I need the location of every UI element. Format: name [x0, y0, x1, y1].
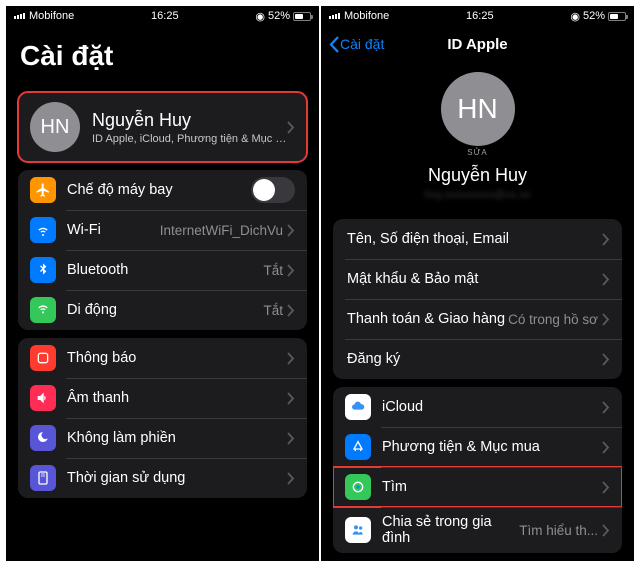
apple-id-screen: Mobifone 16:25 ◉52% Cài đặt ID Apple HN … — [321, 6, 634, 561]
settings-screen: Mobifone 16:25 ◉52% Cài đặt HN Nguyễn Hu… — [6, 6, 319, 561]
chevron-right-icon — [602, 353, 610, 366]
chevron-right-icon — [287, 304, 295, 317]
apple-id-row[interactable]: HN Nguyễn Huy ID Apple, iCloud, Phương t… — [18, 92, 307, 162]
bluetooth-row[interactable]: Bluetooth Tắt — [18, 250, 307, 290]
wifi-row[interactable]: Wi-Fi InternetWiFi_DichVu — [18, 210, 307, 250]
airplane-toggle[interactable] — [251, 177, 295, 203]
chevron-left-icon — [329, 36, 340, 53]
icloud-row[interactable]: iCloud — [333, 387, 622, 427]
media-row[interactable]: Phương tiện & Mục mua — [333, 427, 622, 467]
screentime-icon — [30, 465, 56, 491]
clock: 16:25 — [151, 10, 179, 22]
battery-pct: 52% — [268, 10, 290, 22]
payment-row[interactable]: Thanh toán & Giao hàng Có trong hồ sơ — [333, 299, 622, 339]
icloud-icon — [345, 394, 371, 420]
carrier: Mobifone — [29, 10, 74, 22]
notifications-row[interactable]: Thông báo — [18, 338, 307, 378]
avatar: HN — [30, 102, 80, 152]
wifi-icon — [30, 217, 56, 243]
family-row[interactable]: Chia sẻ trong gia đình Tìm hiểu th... — [333, 507, 622, 553]
cellular-icon — [30, 297, 56, 323]
dnd-row[interactable]: Không làm phiền — [18, 418, 307, 458]
name-phone-row[interactable]: Tên, Số điện thoại, Email — [333, 219, 622, 259]
appstore-icon — [345, 434, 371, 460]
notifications-icon — [30, 345, 56, 371]
airplane-icon — [30, 177, 56, 203]
screentime-row[interactable]: Thời gian sử dụng — [18, 458, 307, 498]
profile-name-large: Nguyễn Huy — [321, 165, 634, 186]
family-icon — [345, 517, 371, 543]
sound-icon — [30, 385, 56, 411]
status-bar: Mobifone 16:25 ◉52% — [321, 6, 634, 26]
sound-row[interactable]: Âm thanh — [18, 378, 307, 418]
edit-label[interactable]: SỬA — [321, 148, 634, 157]
page-title: Cài đặt — [6, 26, 319, 84]
chevron-right-icon — [602, 441, 610, 454]
chevron-right-icon — [602, 401, 610, 414]
avatar-large[interactable]: HN — [441, 72, 515, 146]
subscriptions-row[interactable]: Đăng ký — [333, 339, 622, 379]
chevron-right-icon — [287, 264, 295, 277]
status-bar: Mobifone 16:25 ◉52% — [6, 6, 319, 26]
profile-email: huy.xxxxxxxxx@xx.xx — [321, 189, 634, 201]
bluetooth-icon — [30, 257, 56, 283]
chevron-right-icon — [602, 481, 610, 494]
back-button[interactable]: Cài đặt — [329, 36, 384, 53]
chevron-right-icon — [602, 273, 610, 286]
find-my-icon — [345, 474, 371, 500]
chevron-right-icon — [287, 224, 295, 237]
chevron-right-icon — [602, 524, 610, 537]
cellular-row[interactable]: Di động Tắt — [18, 290, 307, 330]
chevron-right-icon — [287, 352, 295, 365]
chevron-right-icon — [287, 121, 295, 134]
chevron-right-icon — [287, 432, 295, 445]
airplane-mode-row[interactable]: Chế độ máy bay — [18, 170, 307, 210]
password-row[interactable]: Mật khẩu & Bảo mật — [333, 259, 622, 299]
dnd-icon — [30, 425, 56, 451]
chevron-right-icon — [602, 313, 610, 326]
chevron-right-icon — [602, 233, 610, 246]
profile-name: Nguyễn Huy — [92, 110, 287, 131]
find-my-row[interactable]: Tìm — [333, 467, 622, 507]
chevron-right-icon — [287, 392, 295, 405]
profile-subtitle: ID Apple, iCloud, Phương tiện & Mục mua — [92, 133, 287, 145]
chevron-right-icon — [287, 472, 295, 485]
